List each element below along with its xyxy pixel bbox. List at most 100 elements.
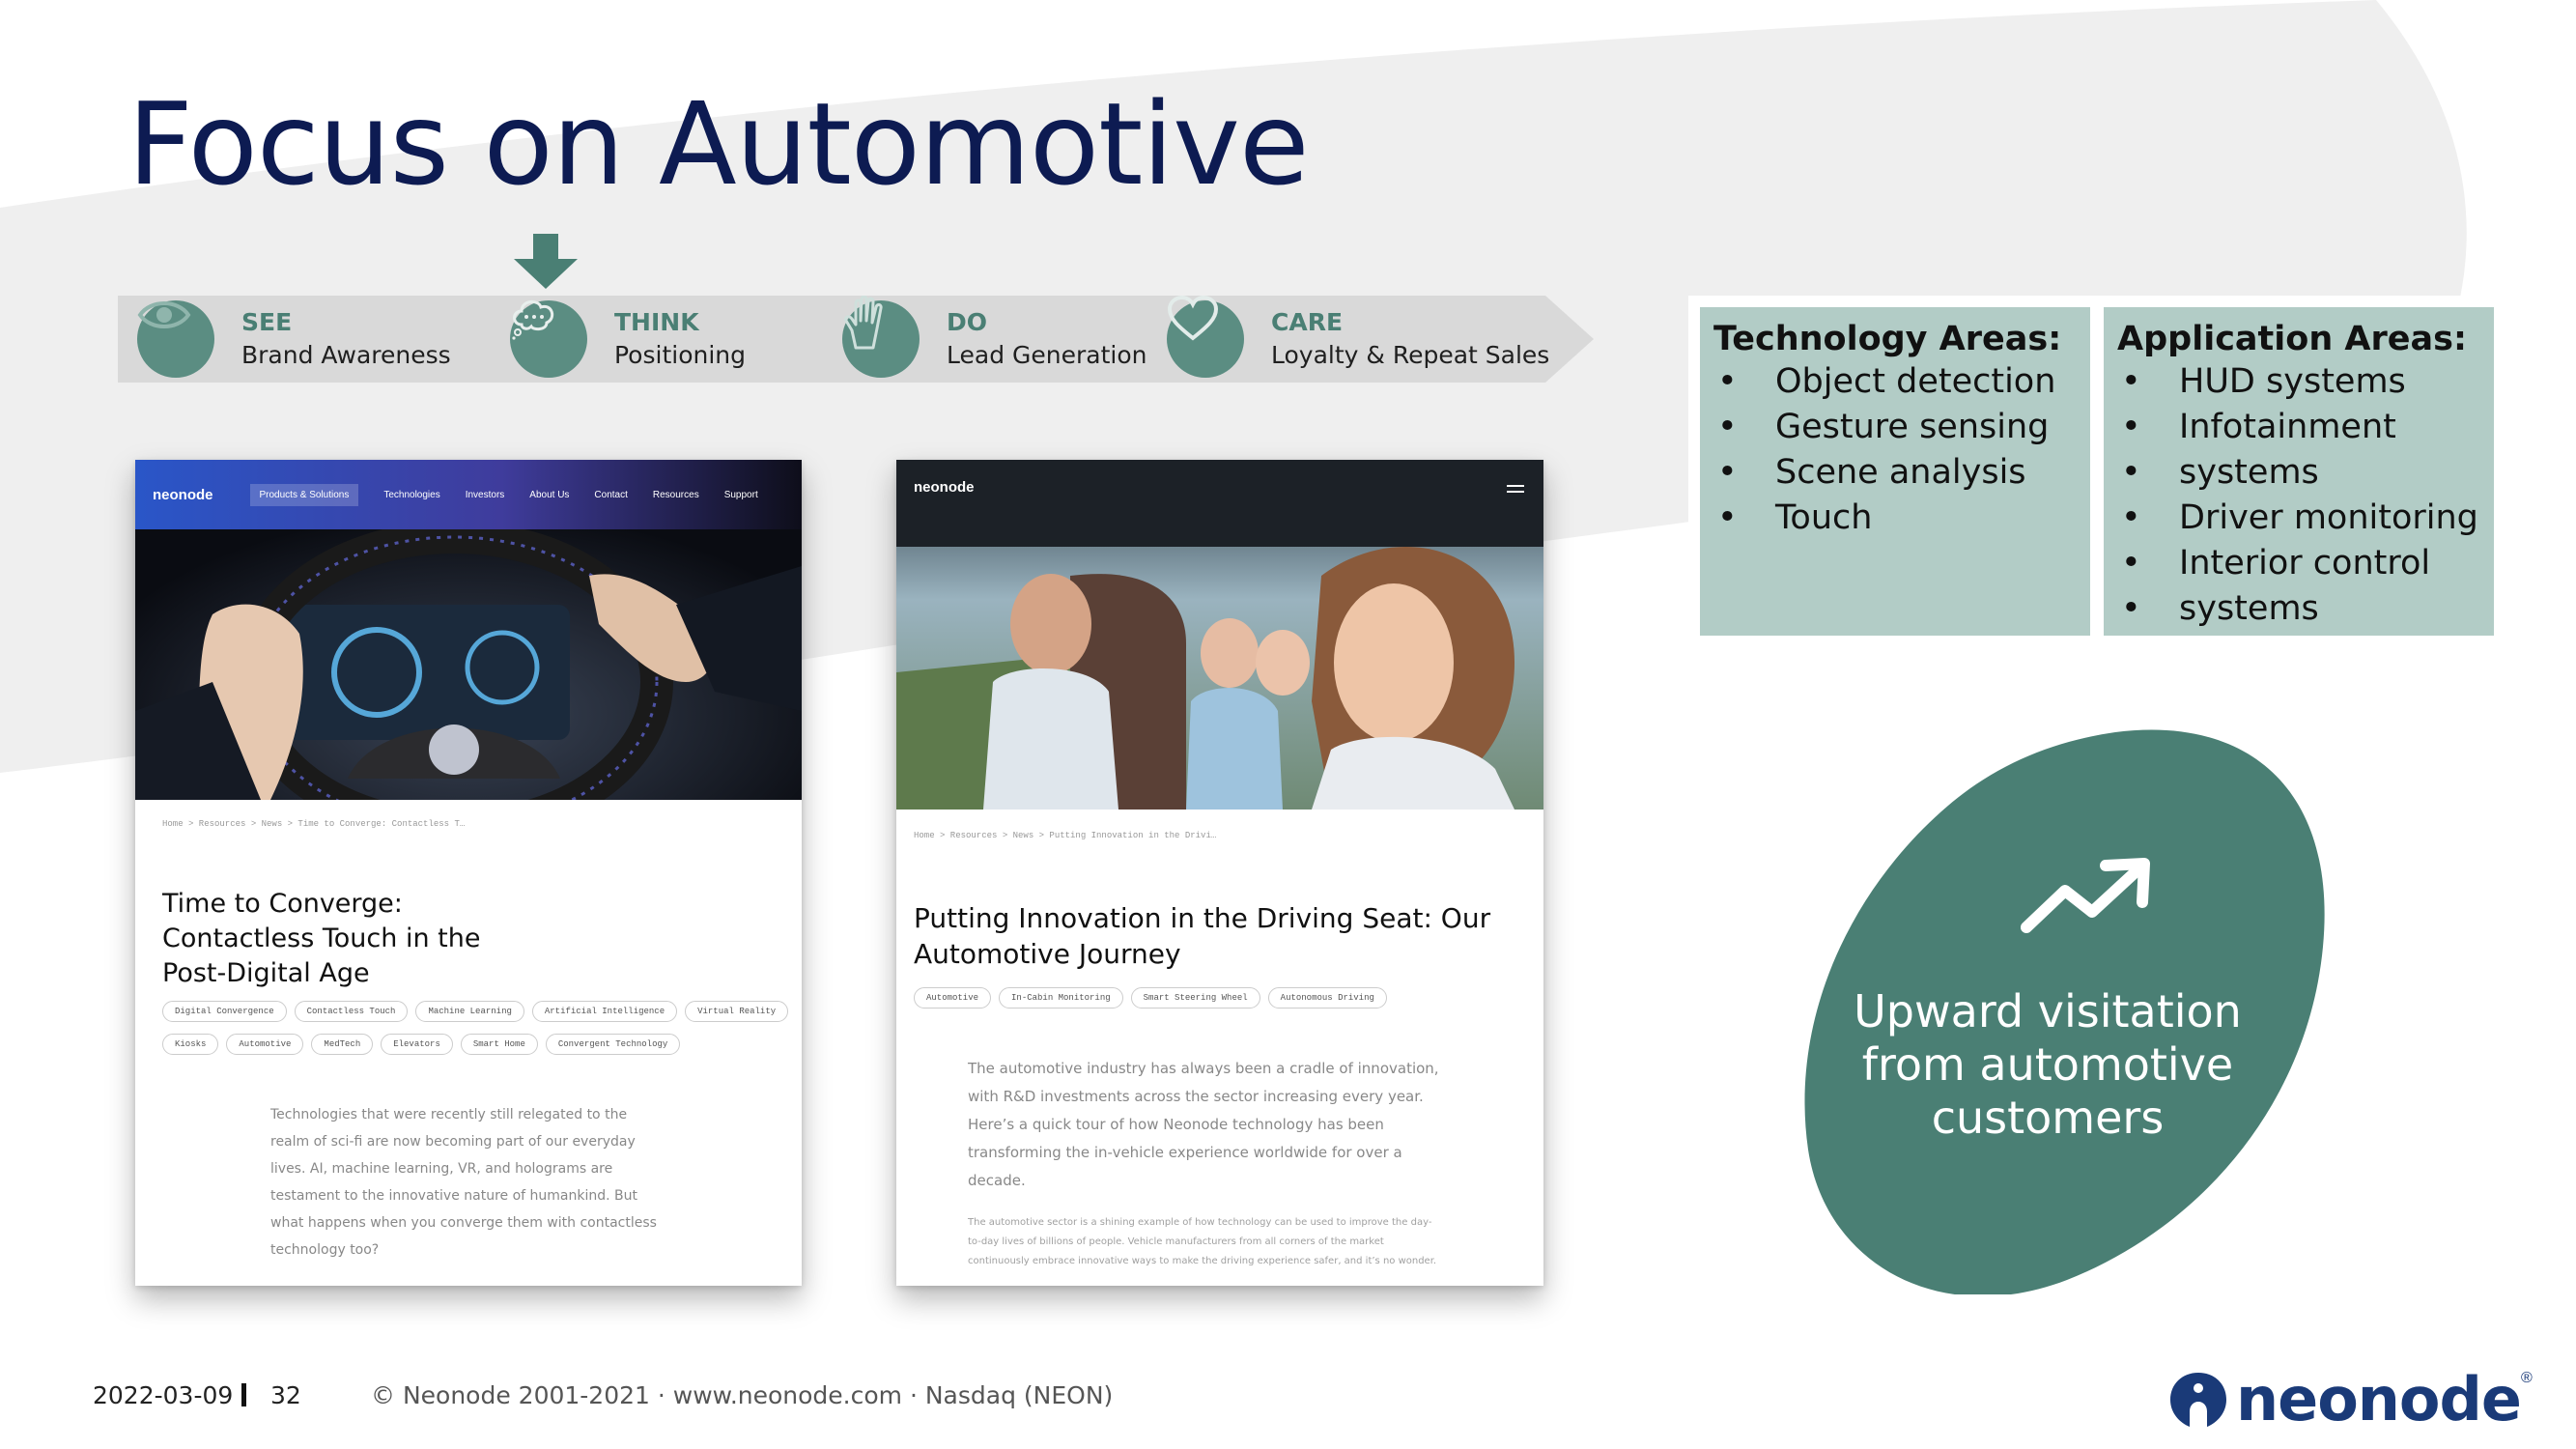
article-screenshot-2: neonode Home > Resources > News > Puttin…: [896, 460, 1543, 1286]
site-navbar: neonode Products & Solutions Technologie…: [135, 460, 802, 529]
neonode-logo: neonode ®: [2168, 1364, 2533, 1435]
list-item-continuation: systems: [2117, 450, 2480, 496]
list-item: Touch: [1713, 496, 2077, 541]
stage-see: SEE Brand Awareness: [137, 296, 451, 383]
title-line: Post-Digital Age: [162, 958, 370, 988]
application-areas-box: Application Areas: HUD systems Infotainm…: [2104, 307, 2494, 636]
nav-resources[interactable]: Resources: [653, 490, 699, 500]
body-line: technology too?: [270, 1242, 380, 1258]
body-line: Technologies that were recently still re…: [270, 1107, 628, 1122]
article-screenshot-1: neonode Products & Solutions Technologie…: [135, 460, 802, 1286]
tag[interactable]: MedTech: [311, 1034, 374, 1055]
stage-name: DO: [947, 308, 988, 336]
tag[interactable]: Digital Convergence: [162, 1001, 287, 1022]
tag[interactable]: Machine Learning: [415, 1001, 524, 1022]
nav-products[interactable]: Products & Solutions: [249, 483, 359, 506]
nav-about[interactable]: About Us: [529, 490, 569, 500]
neonode-logo-icon: [2170, 1372, 2226, 1427]
nav-technologies[interactable]: Technologies: [383, 490, 439, 500]
footer-divider: [241, 1383, 246, 1406]
article-body: Technologies that were recently still re…: [270, 1101, 657, 1264]
callout-line: from automotive: [1861, 1038, 2234, 1091]
callout-line: Upward visitation: [1854, 985, 2242, 1037]
areas-panel: Technology Areas: Object detection Gestu…: [1688, 296, 2504, 643]
article-title: Putting Innovation in the Driving Seat: …: [914, 900, 1490, 972]
body-line: The automotive industry has always been …: [968, 1060, 1439, 1077]
hero-image-family-car: neonode: [896, 460, 1543, 810]
tag-list: Automotive In-Cabin Monitoring Smart Steer…: [914, 987, 1532, 1020]
body-line: transforming the in-vehicle experience w…: [968, 1144, 1402, 1161]
article-body-small: The automotive sector is a shining examp…: [968, 1213, 1436, 1271]
body-line: lives. AI, machine learning, VR, and hol…: [270, 1161, 613, 1177]
stage-care: CARE Loyalty & Repeat Sales: [1167, 296, 1549, 383]
marketing-funnel: SEE Brand Awareness THINK Positioning DO…: [118, 296, 1594, 383]
eye-icon: [137, 300, 214, 378]
technology-areas-heading: Technology Areas:: [1713, 320, 2062, 358]
tag[interactable]: In-Cabin Monitoring: [999, 987, 1123, 1009]
list-item: Driver monitoring: [2117, 496, 2480, 541]
site-logo[interactable]: neonode: [153, 487, 213, 503]
stage-desc: Brand Awareness: [241, 341, 451, 369]
stage-desc: Loyalty & Repeat Sales: [1271, 341, 1550, 369]
list-item: Interior control: [2117, 541, 2480, 586]
body-line: with R&D investments across the sector i…: [968, 1088, 1424, 1105]
footer-date: 2022-03-09: [93, 1381, 234, 1409]
logo-registered-mark: ®: [2520, 1369, 2533, 1386]
footer-copyright: © Neonode 2001-2021 · www.neonode.com · …: [371, 1381, 1114, 1409]
body-line: The automotive sector is a shining examp…: [968, 1217, 1432, 1228]
nav-investors[interactable]: Investors: [466, 490, 505, 500]
stage-name: CARE: [1271, 308, 1344, 336]
body-line: testament to the innovative nature of hu…: [270, 1188, 637, 1204]
body-line: to-day lives of billions of people. Vehi…: [968, 1236, 1384, 1247]
stage-desc: Lead Generation: [947, 341, 1147, 369]
stage-think: THINK Positioning: [510, 296, 746, 383]
callout-text: Upward visitation from automotive custom…: [1816, 985, 2279, 1145]
article-body: The automotive industry has always been …: [968, 1055, 1439, 1195]
breadcrumb[interactable]: Home > Resources > News > Putting Innova…: [914, 831, 1216, 840]
hand-icon: [842, 296, 920, 378]
list-item: Scene analysis: [1713, 450, 2077, 496]
body-line: what happens when you converge them with…: [270, 1215, 657, 1231]
tag[interactable]: Elevators: [381, 1034, 453, 1055]
nav-contact[interactable]: Contact: [594, 490, 627, 500]
tag[interactable]: Smart Home: [460, 1034, 538, 1055]
list-item: Infotainment: [2117, 405, 2480, 450]
stage-name: THINK: [614, 308, 699, 336]
logo-text: neonode: [2236, 1364, 2522, 1435]
list-item: Object detection: [1713, 359, 2077, 405]
thought-bubble-icon: [510, 300, 587, 378]
footer-page-number: 32: [270, 1381, 301, 1409]
tag[interactable]: Artificial Intelligence: [531, 1001, 678, 1022]
heart-icon: [1167, 296, 1244, 378]
title-line: Contactless Touch in the: [162, 923, 481, 953]
nav-support[interactable]: Support: [724, 490, 758, 500]
technology-areas-box: Technology Areas: Object detection Gestu…: [1700, 307, 2090, 636]
breadcrumb[interactable]: Home > Resources > News > Time to Conver…: [162, 819, 465, 829]
tag[interactable]: Virtual Reality: [685, 1001, 789, 1022]
title-line: Putting Innovation in the Driving Seat: …: [914, 902, 1491, 934]
tag-list: Digital Convergence Contactless Touch Mach…: [162, 1001, 800, 1066]
site-logo[interactable]: neonode: [914, 479, 975, 496]
tag[interactable]: Kiosks: [162, 1034, 219, 1055]
tag[interactable]: Smart Steering Wheel: [1130, 987, 1260, 1009]
stage-do: DO Lead Generation: [842, 296, 1146, 383]
list-item: HUD systems: [2117, 359, 2480, 405]
menu-icon[interactable]: [1507, 485, 1524, 497]
trend-up-icon: [2021, 858, 2150, 933]
tag[interactable]: Convergent Technology: [545, 1034, 681, 1055]
body-line: decade.: [968, 1172, 1026, 1189]
body-line: realm of sci-fi are now becoming part of…: [270, 1134, 636, 1150]
callout-line: customers: [1931, 1092, 2165, 1144]
tag[interactable]: Automotive: [226, 1034, 304, 1055]
title-line: Automotive Journey: [914, 938, 1181, 970]
tag[interactable]: Autonomous Driving: [1267, 987, 1387, 1009]
list-item-continuation: systems: [2117, 586, 2480, 632]
body-line: Here’s a quick tour of how Neonode techn…: [968, 1116, 1384, 1133]
tag[interactable]: Automotive: [914, 987, 992, 1009]
application-areas-heading: Application Areas:: [2117, 320, 2467, 358]
stage-desc: Positioning: [614, 341, 746, 369]
stage-name: SEE: [241, 308, 293, 336]
tag[interactable]: Contactless Touch: [294, 1001, 409, 1022]
highlight-arrow-icon: [514, 234, 578, 289]
article-title: Time to Converge: Contactless Touch in t…: [162, 887, 480, 991]
